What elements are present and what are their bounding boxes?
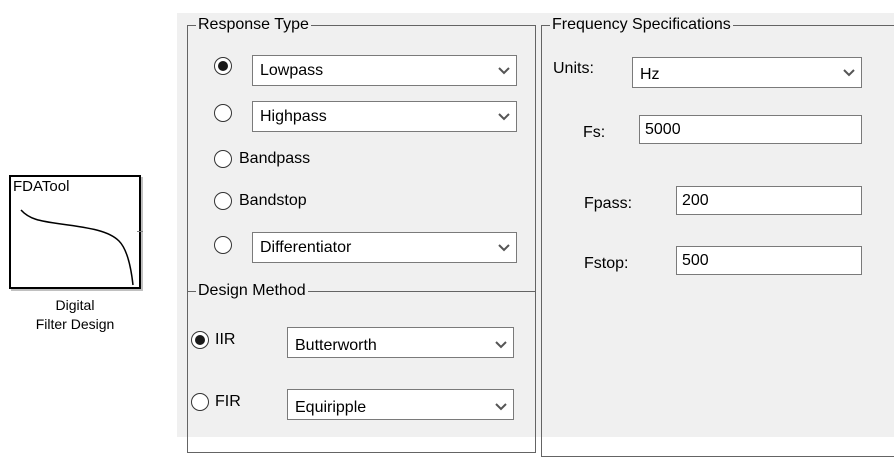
fir-method-value: Equiripple <box>295 399 367 416</box>
chevron-down-icon[interactable] <box>489 328 513 357</box>
radio-iir[interactable] <box>191 331 209 349</box>
lowpass-curve-icon <box>20 209 134 286</box>
bandpass-label: Bandpass <box>239 150 311 167</box>
chevron-down-icon[interactable] <box>492 233 516 262</box>
fstop-label: Fstop: <box>584 255 629 272</box>
design-method-group: Design Method <box>187 281 536 453</box>
fir-label: FIR <box>215 393 241 410</box>
frequency-specifications-title: Frequency Specifications <box>550 15 733 35</box>
radio-differentiator[interactable] <box>214 236 232 254</box>
differentiator-select[interactable]: Differentiator <box>252 232 517 263</box>
fir-method-select[interactable]: Equiripple <box>287 389 514 420</box>
radio-lowpass[interactable] <box>214 57 232 75</box>
iir-label: IIR <box>215 331 236 348</box>
block-output-port <box>137 231 143 232</box>
design-method-title: Design Method <box>196 281 308 301</box>
block-caption: Digital Filter Design <box>0 296 150 334</box>
fpass-input[interactable] <box>676 186 862 215</box>
chevron-down-icon[interactable] <box>492 56 516 85</box>
bandstop-label: Bandstop <box>239 192 307 209</box>
radio-bandstop[interactable] <box>214 192 232 210</box>
radio-highpass[interactable] <box>214 104 232 122</box>
radio-fir[interactable] <box>191 393 209 411</box>
highpass-select[interactable]: Highpass <box>252 101 517 132</box>
radio-bandpass[interactable] <box>214 150 232 168</box>
units-select-value: Hz <box>640 66 660 83</box>
chevron-down-icon[interactable] <box>837 58 861 87</box>
differentiator-select-value: Differentiator <box>260 239 352 256</box>
lowpass-select-value: Lowpass <box>260 62 324 79</box>
fpass-label: Fpass: <box>584 195 633 212</box>
units-label: Units: <box>553 60 594 77</box>
iir-method-value: Butterworth <box>295 337 377 354</box>
fs-input[interactable] <box>639 115 862 144</box>
units-select[interactable]: Hz <box>632 57 862 88</box>
fstop-input[interactable] <box>676 246 862 275</box>
frequency-specifications-group: Frequency Specifications <box>541 15 894 457</box>
dialog-panel: Response Type Design Method Frequency Sp… <box>177 13 894 457</box>
fdatool-block[interactable]: FDATool <box>9 175 141 289</box>
block-caption-line2: Filter Design <box>35 316 115 332</box>
response-type-title: Response Type <box>196 15 311 35</box>
fs-label: Fs: <box>583 124 606 141</box>
lowpass-select[interactable]: Lowpass <box>252 55 517 86</box>
chevron-down-icon[interactable] <box>492 102 516 131</box>
block-caption-line1: Digital <box>55 297 95 313</box>
highpass-select-value: Highpass <box>260 108 327 125</box>
chevron-down-icon[interactable] <box>489 390 513 419</box>
iir-method-select[interactable]: Butterworth <box>287 327 514 358</box>
